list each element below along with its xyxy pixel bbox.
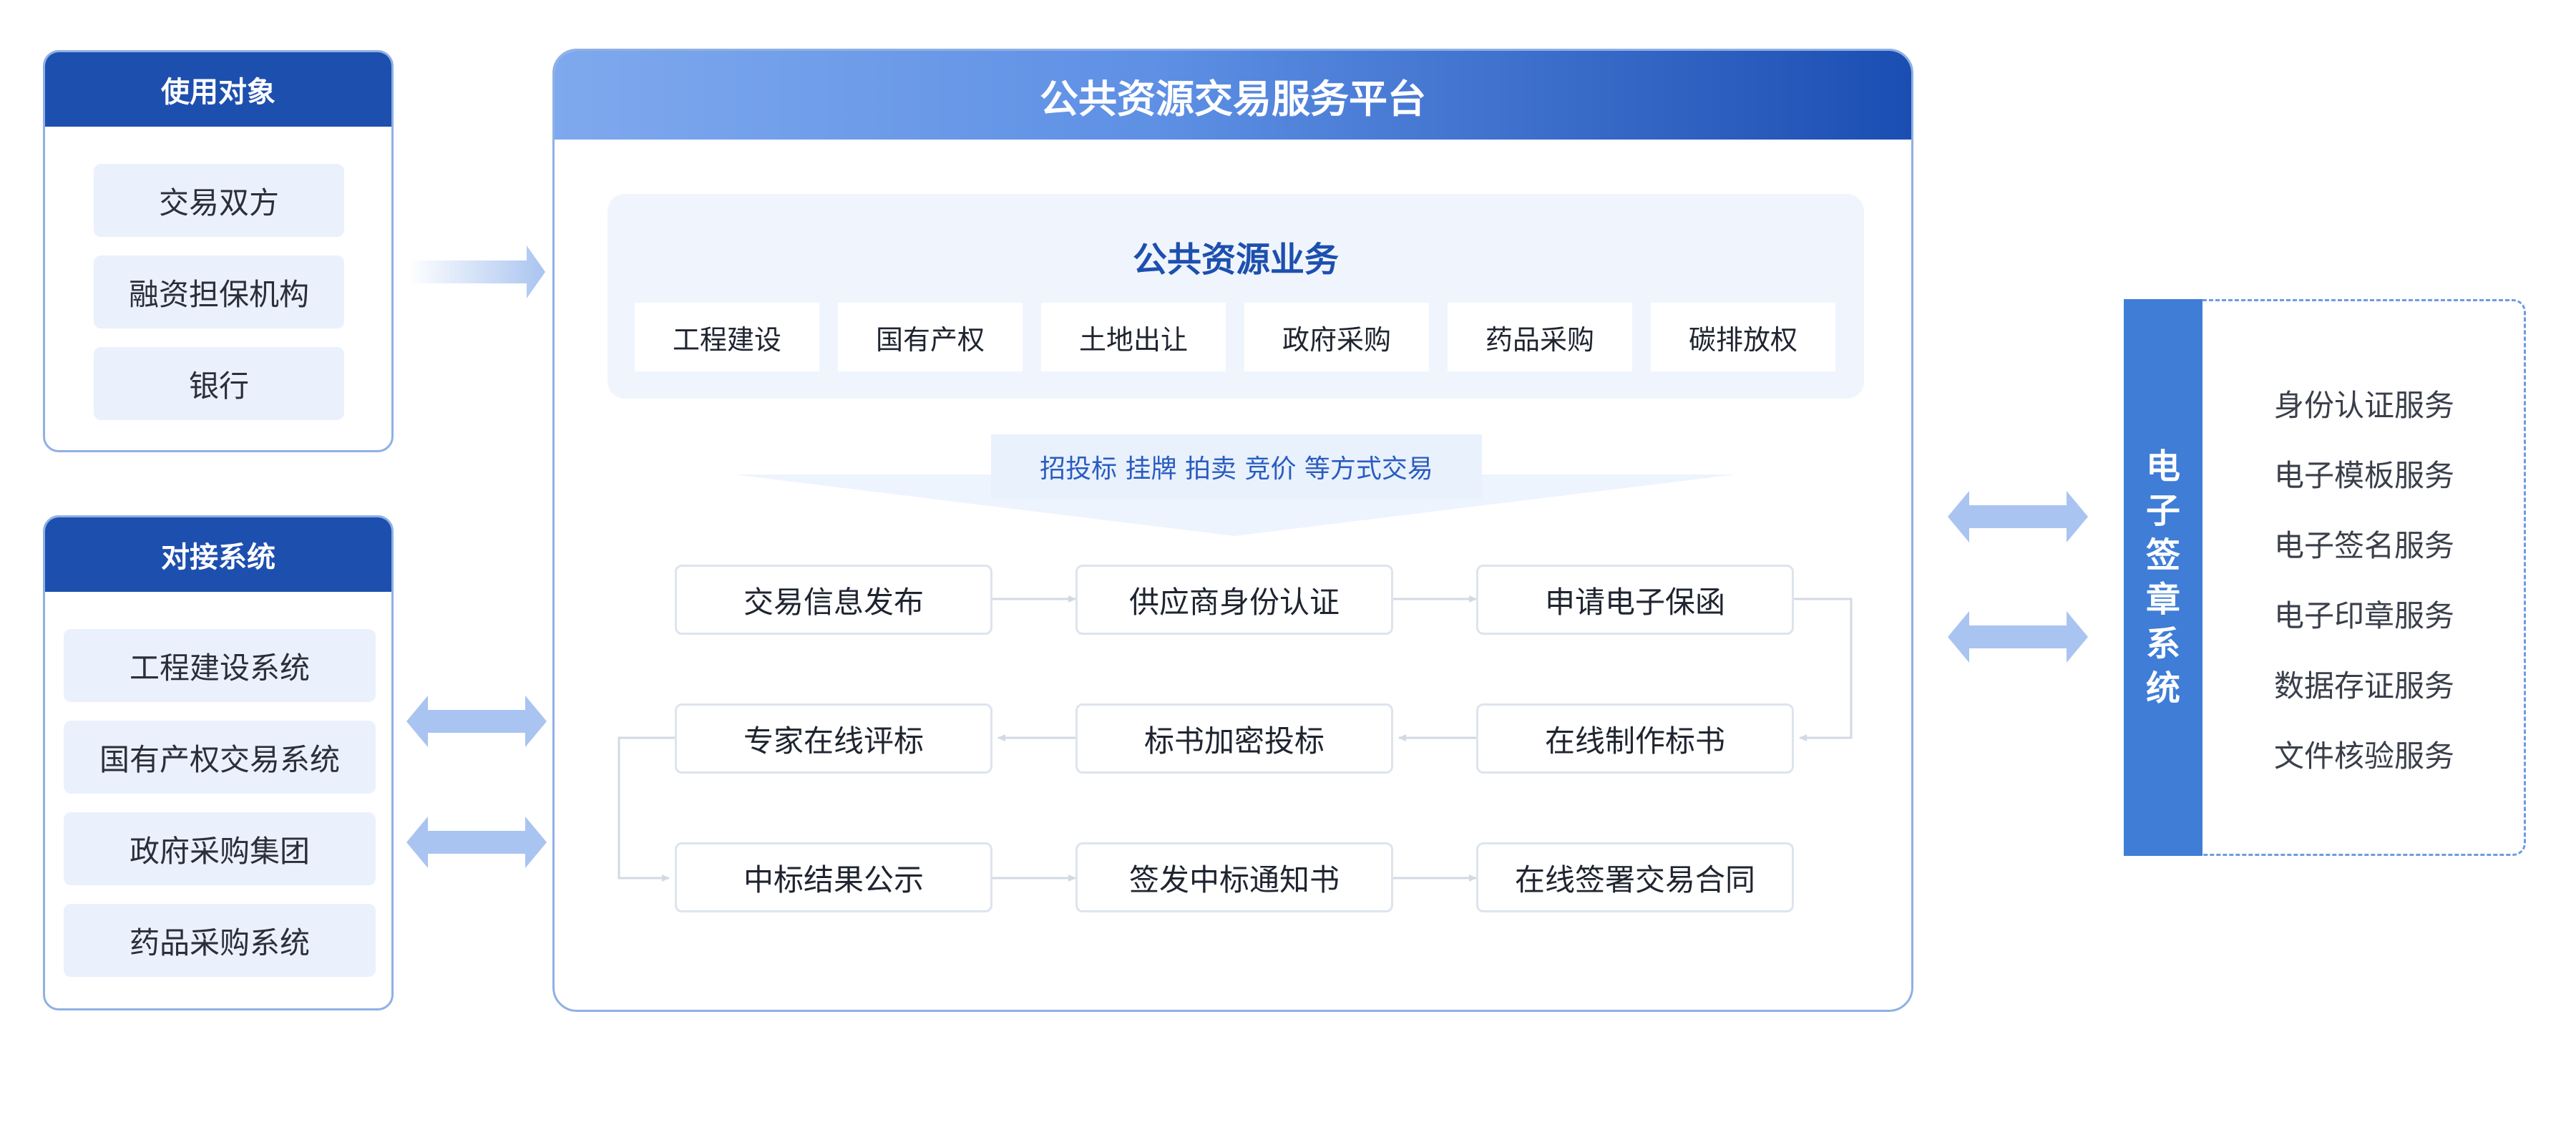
flow-step: 专家在线评标: [675, 703, 992, 774]
double-arrow-icon: [1948, 491, 2088, 542]
flow-step: 中标结果公示: [675, 842, 992, 912]
flow-step: 申请电子保函: [1476, 565, 1794, 635]
title-char: 签: [2145, 535, 2180, 575]
systems-panel-title: 对接系统: [45, 517, 391, 592]
user-item: 银行: [94, 347, 344, 420]
flow-step: 在线签署交易合同: [1476, 842, 1794, 912]
service-item: 文件核验服务: [2274, 739, 2455, 774]
users-to-platform-arrow: [408, 245, 545, 298]
service-item: 电子模板服务: [2274, 458, 2455, 493]
systems-panel: 对接系统 工程建设系统 国有产权交易系统 政府采购集团 药品采购系统: [43, 515, 394, 1010]
flow-step: 在线制作标书: [1476, 703, 1794, 774]
flow-step: 供应商身份认证: [1075, 565, 1393, 635]
system-item: 政府采购集团: [64, 812, 376, 885]
signature-system-title: 电 子 签 章 系 统: [2124, 299, 2202, 856]
title-char: 子: [2145, 491, 2180, 531]
double-arrow-icon: [1948, 611, 2088, 663]
user-item: 融资担保机构: [94, 255, 344, 328]
system-item: 工程建设系统: [64, 629, 376, 702]
platform-panel: 公共资源交易服务平台 公共资源业务 工程建设 国有产权 土地出让 政府采购 药品…: [552, 49, 1913, 1012]
double-arrow-icon: [406, 817, 547, 868]
flow-step: 标书加密投标: [1075, 703, 1393, 774]
title-char: 统: [2145, 668, 2180, 708]
flow-step: 交易信息发布: [675, 565, 992, 635]
system-item: 国有产权交易系统: [64, 721, 376, 794]
system-item: 药品采购系统: [64, 904, 376, 977]
title-char: 章: [2145, 580, 2180, 620]
title-char: 系: [2145, 624, 2180, 664]
double-arrow-icon: [406, 696, 547, 747]
service-item: 数据存证服务: [2274, 668, 2455, 703]
user-item: 交易双方: [94, 164, 344, 237]
service-item: 电子印章服务: [2274, 598, 2455, 633]
flow-step: 签发中标通知书: [1075, 842, 1393, 912]
service-item: 身份认证服务: [2274, 388, 2455, 423]
users-panel: 使用对象 交易双方 融资担保机构 银行: [43, 50, 394, 452]
service-item: 电子签名服务: [2274, 528, 2455, 563]
title-char: 电: [2145, 447, 2180, 487]
users-panel-title: 使用对象: [45, 52, 391, 127]
signature-services-box: 身份认证服务 电子模板服务 电子签名服务 电子印章服务 数据存证服务 文件核验服…: [2202, 299, 2526, 856]
